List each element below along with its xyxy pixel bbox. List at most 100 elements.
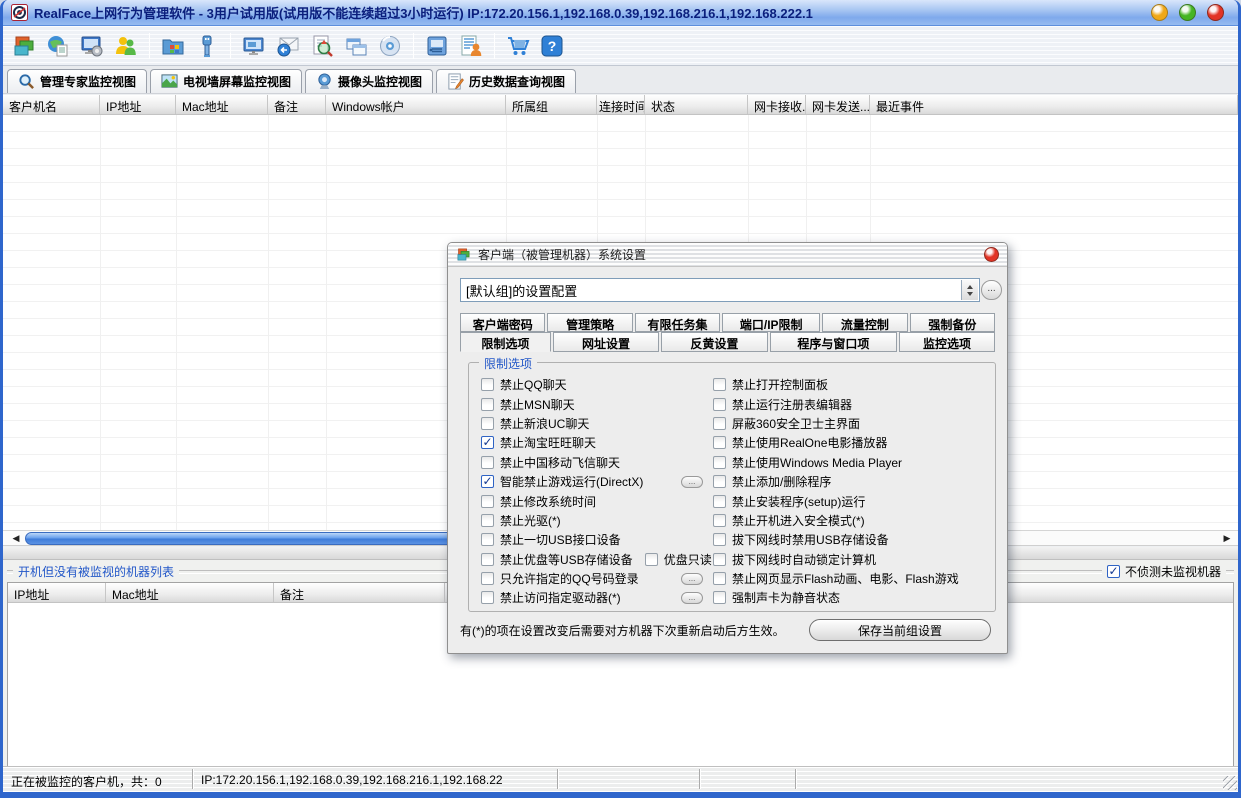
column-header[interactable]: Mac地址 [106, 583, 274, 602]
option-checkbox[interactable] [713, 572, 726, 585]
option-checkbox[interactable] [713, 475, 726, 488]
tab-limited-tasks[interactable]: 有限任务集 [635, 313, 720, 332]
users-button[interactable] [111, 30, 141, 62]
dialog-title: 客户端（被管理机器）系统设置 [478, 246, 646, 263]
option-checkbox[interactable] [713, 456, 726, 469]
column-header[interactable]: 网卡接收... [748, 95, 806, 114]
column-header[interactable]: 所属组 [506, 95, 597, 114]
option-checkbox[interactable] [481, 417, 494, 430]
option-checkbox[interactable] [713, 378, 726, 391]
tab-camera-view[interactable]: 摄像头监控视图 [305, 69, 433, 93]
log-book-button[interactable] [422, 30, 452, 62]
close-button[interactable] [1207, 4, 1224, 21]
option-checkbox[interactable] [713, 514, 726, 527]
dialog-title-bar[interactable]: 客户端（被管理机器）系统设置 [448, 243, 1007, 267]
browse-groups-button[interactable]: ... [981, 280, 1002, 300]
toolbar: ? [3, 26, 1238, 66]
option-checkbox[interactable] [713, 436, 726, 449]
column-header[interactable]: 连接时间 [597, 95, 645, 114]
resize-grip[interactable] [1223, 776, 1237, 790]
applications-button[interactable] [158, 30, 188, 62]
windows-manager-button[interactable] [9, 30, 39, 62]
tab-port-ip-limit[interactable]: 端口/IP限制 [722, 313, 820, 332]
option-checkbox[interactable] [481, 398, 494, 411]
option-row: 拔下网线时禁用USB存储设备 [713, 530, 991, 549]
group-config-combobox[interactable]: [默认组]的设置配置 [460, 278, 980, 302]
spin-up-icon[interactable] [967, 282, 973, 289]
cd-record-button[interactable] [375, 30, 405, 62]
option-checkbox[interactable] [481, 378, 494, 391]
spin-down-icon[interactable] [967, 292, 973, 299]
tab-monitor-options[interactable]: 监控选项 [899, 332, 995, 352]
column-header[interactable]: 状态 [645, 95, 748, 114]
usb-readonly-label: 优盘只读 [664, 551, 712, 568]
tab-anti-porn[interactable]: 反黄设置 [661, 332, 767, 352]
option-checkbox[interactable] [481, 514, 494, 527]
option-checkbox[interactable] [713, 417, 726, 430]
option-row: 禁止优盘等USB存储设备优盘只读 [481, 550, 713, 569]
dialog-tab-row-1: 客户端密码 管理策略 有限任务集 端口/IP限制 流量控制 强制备份 [460, 313, 995, 332]
web-settings-button[interactable] [43, 30, 73, 62]
tab-traffic-control[interactable]: 流量控制 [822, 313, 907, 332]
column-header[interactable]: 网卡发送... [806, 95, 870, 114]
option-checkbox[interactable] [713, 591, 726, 604]
status-monitored-count: 正在被监控的客户机，共：0 [3, 769, 193, 789]
option-row: 只允许指定的QQ号码登录... [481, 569, 713, 588]
option-row: 禁止运行注册表编辑器 [713, 394, 991, 413]
dialog-close-button[interactable] [984, 247, 999, 262]
option-checkbox[interactable] [713, 495, 726, 508]
file-search-button[interactable] [307, 30, 337, 62]
minimize-button[interactable] [1151, 4, 1168, 21]
options-left-column: 禁止QQ聊天 禁止MSN聊天 禁止新浪UC聊天 禁止淘宝旺旺聊天 禁止中国移动飞… [481, 375, 713, 608]
option-checkbox[interactable] [481, 495, 494, 508]
tab-expert-monitor-view[interactable]: 管理专家监控视图 [7, 69, 147, 93]
purchase-cart-button[interactable] [503, 30, 533, 62]
web-settings-icon [46, 34, 70, 58]
column-header[interactable]: 备注 [268, 95, 326, 114]
combo-spinner[interactable] [961, 280, 978, 300]
column-header[interactable]: Mac地址 [176, 95, 268, 114]
user-report-button[interactable] [456, 30, 486, 62]
help-button[interactable]: ? [537, 30, 567, 62]
option-checkbox[interactable] [713, 398, 726, 411]
save-group-settings-button[interactable]: 保存当前组设置 [809, 619, 991, 641]
option-checkbox[interactable] [481, 591, 494, 604]
column-header[interactable]: 备注 [274, 583, 445, 602]
usb-lock-button[interactable] [192, 30, 222, 62]
tab-program-window[interactable]: 程序与窗口项 [770, 332, 897, 352]
screen-monitor-button[interactable] [239, 30, 269, 62]
option-checkbox[interactable] [481, 533, 494, 546]
option-checkbox[interactable] [481, 553, 494, 566]
window-clone-icon [344, 34, 368, 58]
drive-list-button[interactable]: ... [681, 592, 703, 604]
tab-url-settings[interactable]: 网址设置 [553, 332, 659, 352]
tab-tv-wall-view[interactable]: 电视墙屏幕监控视图 [150, 69, 302, 93]
column-header[interactable]: Windows帐户 [326, 95, 506, 114]
option-checkbox[interactable] [713, 553, 726, 566]
column-header[interactable]: 客户机名 [3, 95, 100, 114]
option-checkbox[interactable] [481, 572, 494, 585]
scroll-left-arrow-icon[interactable]: ◀ [9, 532, 23, 545]
ignore-unmonitored-checkbox[interactable] [1107, 565, 1120, 578]
remote-config-button[interactable] [77, 30, 107, 62]
option-checkbox[interactable] [481, 436, 494, 449]
column-header[interactable]: IP地址 [8, 583, 106, 602]
option-checkbox[interactable] [481, 475, 494, 488]
message-send-button[interactable] [273, 30, 303, 62]
maximize-button[interactable] [1179, 4, 1196, 21]
option-checkbox[interactable] [713, 533, 726, 546]
qq-allow-list-button[interactable]: ... [681, 573, 703, 585]
directx-games-more-button[interactable]: ... [681, 476, 703, 488]
tab-restrict-options[interactable]: 限制选项 [460, 332, 551, 352]
option-checkbox[interactable] [481, 456, 494, 469]
window-clone-button[interactable] [341, 30, 371, 62]
tab-manage-policy[interactable]: 管理策略 [547, 313, 632, 332]
tab-forced-backup[interactable]: 强制备份 [910, 313, 995, 332]
column-header[interactable]: 最近事件 [870, 95, 1238, 114]
usb-readonly-checkbox[interactable] [645, 553, 658, 566]
window-title-bar[interactable]: RealFace上网行为管理软件 - 3用户试用版(试用版不能连续超过3小时运行… [3, 0, 1238, 26]
scroll-right-arrow-icon[interactable]: ▶ [1220, 532, 1234, 545]
tab-client-password[interactable]: 客户端密码 [460, 313, 545, 332]
tab-history-query-view[interactable]: 历史数据查询视图 [436, 69, 576, 93]
column-header[interactable]: IP地址 [100, 95, 176, 114]
